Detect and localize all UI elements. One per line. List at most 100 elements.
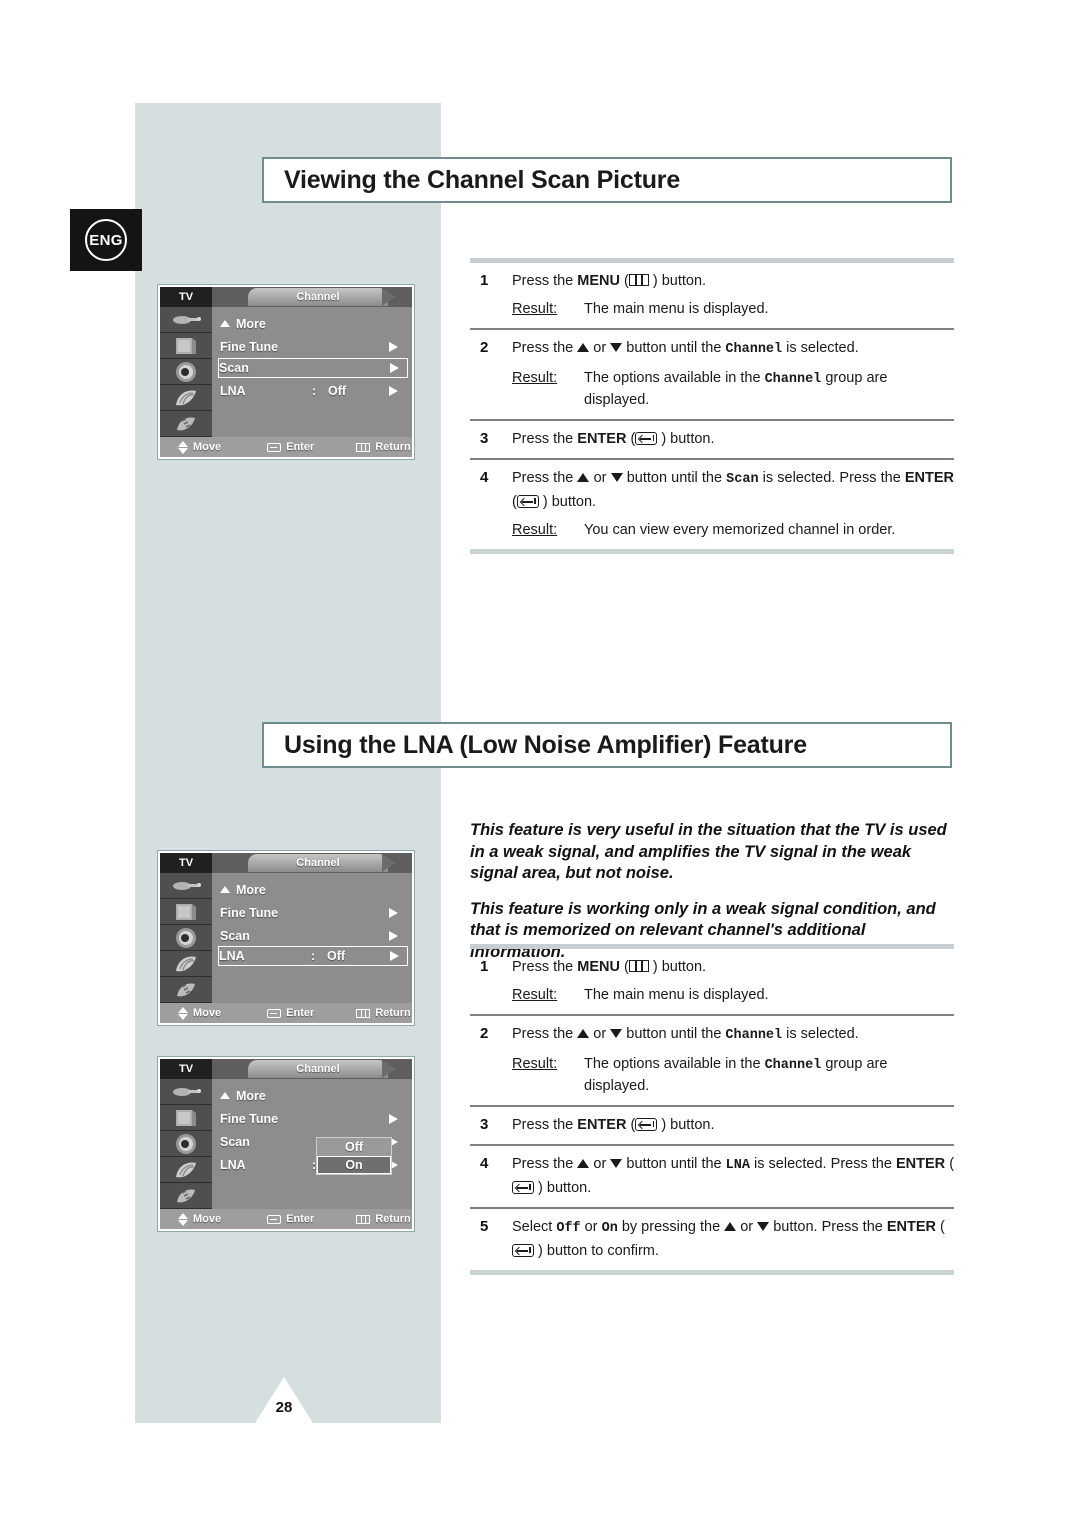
- osd-row-label: Scan: [220, 928, 250, 943]
- osd-footer: Move Enter Return: [160, 1209, 412, 1229]
- osd-row-colon: :: [312, 383, 317, 398]
- sound-icon: [160, 925, 212, 951]
- setup-icon: [160, 1157, 212, 1183]
- step-item: 4 Press the or button until the LNA is s…: [470, 1146, 954, 1207]
- osd-footer-move: Move: [178, 1212, 222, 1226]
- sound-icon: [160, 359, 212, 385]
- osd-menu-list: More Fine Tune Scan LNA : Off: [212, 307, 412, 437]
- lna-options-dropdown[interactable]: Off On: [316, 1137, 392, 1175]
- osd-tab-arrow-icon: [382, 288, 396, 306]
- osd-row-scan[interactable]: Scan: [218, 358, 408, 378]
- step-number: 4: [480, 1155, 489, 1172]
- osd-sidebar: [160, 1079, 212, 1209]
- setup-icon: [160, 385, 212, 411]
- osd-tv-label: TV: [160, 287, 212, 307]
- result-label: Result:: [512, 522, 558, 538]
- step-item: 4 Press the or button until the Scan is …: [470, 460, 954, 549]
- menu-button-name: MENU: [577, 273, 620, 289]
- arrow-down-icon: [757, 1222, 770, 1231]
- arrow-down-icon: [610, 1159, 623, 1168]
- result-text: You can view every memorized channel in …: [584, 522, 896, 538]
- step-number: 4: [480, 469, 489, 486]
- result-label: Result:: [512, 987, 558, 1003]
- osd-row-fine-tune[interactable]: Fine Tune: [220, 1110, 406, 1127]
- osd-row-more[interactable]: More: [220, 1087, 406, 1104]
- setup-icon: [160, 951, 212, 977]
- step-item: 3 Press the ENTER ( ) button.: [470, 421, 954, 458]
- osd-footer-enter-label: Enter: [286, 1213, 315, 1225]
- result-row: Result: The main menu is displayed.: [512, 299, 954, 320]
- osd-footer: Move Enter Return: [160, 437, 412, 457]
- step-item: 3 Press the ENTER ( ) button.: [470, 1107, 954, 1144]
- arrow-down-icon: [610, 473, 623, 482]
- up-down-arrows-icon: [178, 1006, 188, 1020]
- osd-row-fine-tune[interactable]: Fine Tune: [220, 904, 406, 921]
- osd-screenshot-scan: TV Channel More Fine Tune Scan LNA : Off: [157, 284, 415, 460]
- menu-item-name: LNA: [725, 1158, 750, 1173]
- osd-header: TV Channel: [160, 853, 412, 873]
- osd-row-fine-tune[interactable]: Fine Tune: [220, 338, 406, 355]
- menu-item-name: Channel: [764, 1058, 822, 1073]
- enter-button-name: ENTER: [886, 1219, 937, 1235]
- step-item: 1 Press the MENU ( ) button. Result: The…: [470, 949, 954, 1014]
- caret-up-icon: [220, 320, 230, 327]
- osd-row-scan[interactable]: Scan: [220, 927, 406, 944]
- osd-header: TV Channel: [160, 1059, 412, 1079]
- enter-icon: [267, 1008, 282, 1018]
- result-label: Result:: [512, 301, 558, 317]
- osd-row-lna[interactable]: LNA : Off: [220, 382, 406, 399]
- enter-icon: [635, 1118, 658, 1131]
- result-row: Result: The main menu is displayed.: [512, 985, 954, 1006]
- osd-row-label: Scan: [220, 1134, 250, 1149]
- osd-row-label: Fine Tune: [220, 905, 279, 920]
- section-title-lna: Using the LNA (Low Noise Amplifier) Feat…: [262, 722, 952, 768]
- osd-row-lna[interactable]: LNA : Off: [218, 946, 408, 966]
- chevron-right-icon: [389, 1113, 398, 1124]
- pc-icon: [160, 977, 212, 1003]
- result-label: Result:: [512, 1056, 558, 1072]
- language-badge-label: ENG: [85, 219, 127, 261]
- step-number: 1: [480, 272, 489, 289]
- arrow-down-icon: [610, 1029, 623, 1038]
- antenna-icon: [160, 1079, 212, 1105]
- option-off[interactable]: Off: [317, 1138, 391, 1156]
- step-text: Press the MENU ( ) button.: [512, 959, 707, 975]
- osd-footer-return-label: Return: [375, 1007, 411, 1019]
- sound-icon: [160, 1131, 212, 1157]
- steps-lna: 1 Press the MENU ( ) button. Result: The…: [470, 944, 954, 1275]
- picture-icon: [160, 333, 212, 359]
- step-item: 5 Select Off or On by pressing the or bu…: [470, 1209, 954, 1270]
- separator: [470, 549, 954, 554]
- osd-row-label: Fine Tune: [220, 339, 279, 354]
- caret-up-icon: [220, 1092, 230, 1099]
- menu-button-name: MENU: [577, 959, 620, 975]
- osd-row-more[interactable]: More: [220, 315, 406, 332]
- osd-tab-arrow-icon: [382, 854, 396, 872]
- arrow-up-icon: [724, 1222, 737, 1231]
- osd-row-colon: :: [311, 949, 316, 963]
- result-text: The main menu is displayed.: [584, 301, 769, 317]
- result-text: The main menu is displayed.: [584, 987, 769, 1003]
- result-row: Result: You can view every memorized cha…: [512, 520, 954, 541]
- osd-footer-return-label: Return: [375, 1213, 411, 1225]
- arrow-up-icon: [577, 1029, 590, 1038]
- step-text: Press the or button until the Channel is…: [512, 1026, 859, 1043]
- chevron-right-icon: [389, 930, 398, 941]
- option-on[interactable]: On: [317, 1156, 391, 1174]
- osd-row-more[interactable]: More: [220, 881, 406, 898]
- enter-button-name: ENTER: [577, 1117, 627, 1133]
- step-text: Select Off or On by pressing the or butt…: [512, 1219, 945, 1259]
- osd-row-value: Off: [327, 949, 346, 963]
- result-label: Result:: [512, 370, 558, 386]
- osd-footer-return: Return: [356, 1213, 411, 1225]
- result-row: Result: The options available in the Cha…: [512, 368, 954, 411]
- separator: [470, 1270, 954, 1275]
- osd-footer: Move Enter Return: [160, 1003, 412, 1023]
- page-number: 28: [275, 1399, 293, 1416]
- osd-footer-enter-label: Enter: [286, 441, 315, 453]
- step-item: 2 Press the or button until the Channel …: [470, 330, 954, 419]
- menu-item-name: Channel: [725, 342, 783, 357]
- osd-footer-move: Move: [178, 1006, 221, 1020]
- pc-icon: [160, 1183, 212, 1209]
- osd-footer-move-label: Move: [193, 1213, 222, 1225]
